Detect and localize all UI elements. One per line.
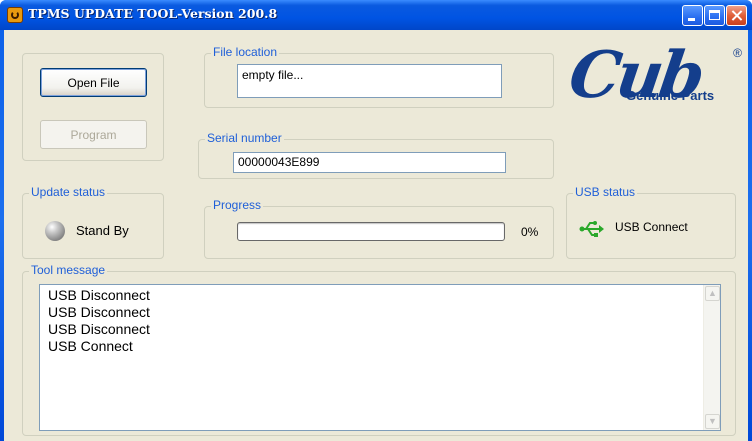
minimize-button[interactable] [682,5,703,26]
serial-number-label: Serial number [205,131,284,145]
message-scrollbar[interactable]: ▲ ▼ [703,285,720,430]
usb-status-value: USB Connect [615,220,688,234]
logo-registered: ® [733,46,742,60]
maximize-button[interactable] [704,5,725,26]
app-icon[interactable] [7,7,23,23]
serial-number-field[interactable]: 00000043E899 [233,152,506,173]
file-actions-group: Open File Program [22,53,164,161]
progress-group: Progress 0% [204,198,554,259]
usb-icon [579,218,605,240]
tool-message-group: Tool message USB Disconnect USB Disconnec… [22,263,736,436]
open-file-button[interactable]: Open File [40,68,147,97]
progress-label: Progress [211,198,264,212]
message-line: USB Disconnect [48,304,150,320]
program-button[interactable]: Program [40,120,147,149]
scroll-down-icon[interactable]: ▼ [705,414,720,429]
message-lines: USB Disconnect USB Disconnect USB Disconne… [48,287,150,355]
logo-tagline: Genuine Parts [626,88,715,103]
update-status-group: Update status Stand By [22,185,164,259]
progress-percent: 0% [521,225,539,239]
serial-number-group: Serial number 00000043E899 [198,131,554,179]
update-status-label: Update status [29,185,108,199]
file-location-group: File location empty file... [204,45,554,108]
app-window: TPMS UPDATE TOOL-Version 200.8 Open File… [0,0,752,441]
usb-status-label: USB status [573,185,638,199]
file-location-field[interactable]: empty file... [237,64,502,98]
tool-message-label: Tool message [29,263,108,277]
title-bar[interactable]: TPMS UPDATE TOOL-Version 200.8 [0,0,752,30]
update-status-value: Stand By [76,223,129,238]
close-button[interactable] [726,5,747,26]
status-led-icon [45,221,65,241]
tool-message-log[interactable]: USB Disconnect USB Disconnect USB Disconne… [39,284,721,431]
client-area: Open File Program File location empty fi… [4,30,748,441]
message-line: USB Disconnect [48,287,150,303]
cub-logo: Cub ® Genuine Parts [565,38,742,116]
message-line: USB Connect [48,338,133,354]
message-line: USB Disconnect [48,321,150,337]
progress-bar [237,222,505,241]
usb-status-group: USB status USB Connect [566,185,736,259]
scroll-up-icon[interactable]: ▲ [705,286,720,301]
file-location-label: File location [211,45,280,59]
window-title: TPMS UPDATE TOOL-Version 200.8 [28,6,278,21]
